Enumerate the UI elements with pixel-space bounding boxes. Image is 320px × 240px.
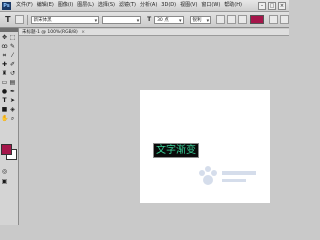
menu-file[interactable]: 文件(F) bbox=[14, 0, 35, 11]
toolbox: ✥ ⬚ ꝏ ✎ ⌗ ⁄ ✚ ✐ ♜ ↺ ▭ ▤ ● ✒ T ➤ ■ ◈ ✋ ⌕ … bbox=[0, 28, 19, 225]
orientation-toggle-icon[interactable] bbox=[14, 15, 24, 24]
window-controls: – □ × bbox=[258, 1, 286, 10]
document-tab[interactable]: 未标题-1 @ 100%(RGB/8) × bbox=[19, 29, 289, 36]
menu-filter[interactable]: 滤镜(T) bbox=[117, 0, 138, 11]
menu-view[interactable]: 视图(V) bbox=[178, 0, 199, 11]
align-right-icon[interactable] bbox=[237, 15, 247, 24]
baidu-watermark-icon bbox=[199, 166, 256, 185]
quick-mask-icon[interactable]: ◎ bbox=[1, 168, 8, 175]
eraser-tool-icon[interactable]: ▭ bbox=[1, 79, 8, 86]
character-panel-icon[interactable] bbox=[280, 15, 290, 24]
history-brush-tool-icon[interactable]: ↺ bbox=[9, 70, 16, 77]
menu-3d[interactable]: 3D(D) bbox=[159, 0, 178, 11]
close-icon[interactable]: × bbox=[278, 1, 286, 10]
pen-tool-icon[interactable]: ✒ bbox=[9, 88, 16, 95]
text-color-swatch[interactable] bbox=[249, 15, 265, 24]
options-bar: T 新宋体黑 T 30 点 锐利 bbox=[0, 12, 290, 28]
menu-help[interactable]: 帮助(H) bbox=[222, 0, 244, 11]
3d-tool-icon[interactable]: ◈ bbox=[9, 106, 16, 113]
minimize-icon[interactable]: – bbox=[258, 1, 266, 10]
align-left-icon[interactable] bbox=[216, 15, 225, 24]
foreground-color-swatch[interactable] bbox=[1, 144, 12, 155]
lasso-tool-icon[interactable]: ꝏ bbox=[1, 43, 8, 50]
close-tab-icon[interactable]: × bbox=[81, 29, 85, 36]
crop-tool-icon[interactable]: ⌗ bbox=[1, 52, 8, 59]
menu-bar: Ps 文件(F) 编辑(E) 图像(I) 图层(L) 选择(S) 滤镜(T) 分… bbox=[0, 0, 289, 12]
toolbox-header bbox=[0, 28, 18, 32]
healing-tool-icon[interactable]: ✚ bbox=[1, 61, 8, 68]
hand-tool-icon[interactable]: ✋ bbox=[1, 115, 8, 122]
antialias-select[interactable]: 锐利 bbox=[189, 15, 212, 24]
document-title: 未标题-1 @ 100%(RGB/8) bbox=[22, 30, 78, 35]
menu-image[interactable]: 图像(I) bbox=[56, 0, 75, 11]
font-size-select[interactable]: 30 点 bbox=[154, 15, 184, 24]
font-size-icon: T bbox=[147, 16, 152, 23]
font-family-select[interactable]: 新宋体黑 bbox=[30, 15, 100, 24]
gradient-tool-icon[interactable]: ▤ bbox=[9, 79, 16, 86]
brush-tool-icon[interactable]: ✐ bbox=[9, 61, 16, 68]
menu-edit[interactable]: 编辑(E) bbox=[35, 0, 56, 11]
clone-stamp-tool-icon[interactable]: ♜ bbox=[1, 70, 8, 77]
screen-mode-icon[interactable]: ▣ bbox=[1, 178, 8, 185]
type-tool-icon[interactable]: T bbox=[1, 97, 8, 104]
zoom-tool-icon[interactable]: ⌕ bbox=[9, 115, 16, 122]
menu-analysis[interactable]: 分析(A) bbox=[138, 0, 159, 11]
canvas-text-layer[interactable]: 文字渐变 bbox=[153, 143, 199, 158]
divider bbox=[26, 14, 28, 25]
restore-icon[interactable]: □ bbox=[268, 1, 276, 10]
menu-window[interactable]: 窗口(W) bbox=[199, 0, 222, 11]
type-tool-icon[interactable]: T bbox=[3, 15, 13, 24]
menu-layer[interactable]: 图层(L) bbox=[75, 0, 96, 11]
path-select-tool-icon[interactable]: ➤ bbox=[9, 97, 16, 104]
marquee-tool-icon[interactable]: ⬚ bbox=[9, 34, 16, 41]
menu-items: 文件(F) 编辑(E) 图像(I) 图层(L) 选择(S) 滤镜(T) 分析(A… bbox=[14, 0, 244, 11]
quick-select-tool-icon[interactable]: ✎ bbox=[9, 43, 16, 50]
dodge-tool-icon[interactable]: ● bbox=[1, 88, 8, 95]
warp-text-icon[interactable] bbox=[269, 15, 279, 24]
eyedropper-tool-icon[interactable]: ⁄ bbox=[9, 52, 16, 59]
menu-select[interactable]: 选择(S) bbox=[96, 0, 117, 11]
shape-tool-icon[interactable]: ■ bbox=[1, 106, 8, 113]
move-tool-icon[interactable]: ✥ bbox=[1, 34, 8, 41]
font-style-select[interactable] bbox=[102, 15, 142, 24]
document-canvas[interactable]: 文字渐变 bbox=[140, 90, 270, 203]
align-center-icon[interactable] bbox=[226, 15, 236, 24]
photoshop-logo-icon: Ps bbox=[2, 1, 11, 10]
